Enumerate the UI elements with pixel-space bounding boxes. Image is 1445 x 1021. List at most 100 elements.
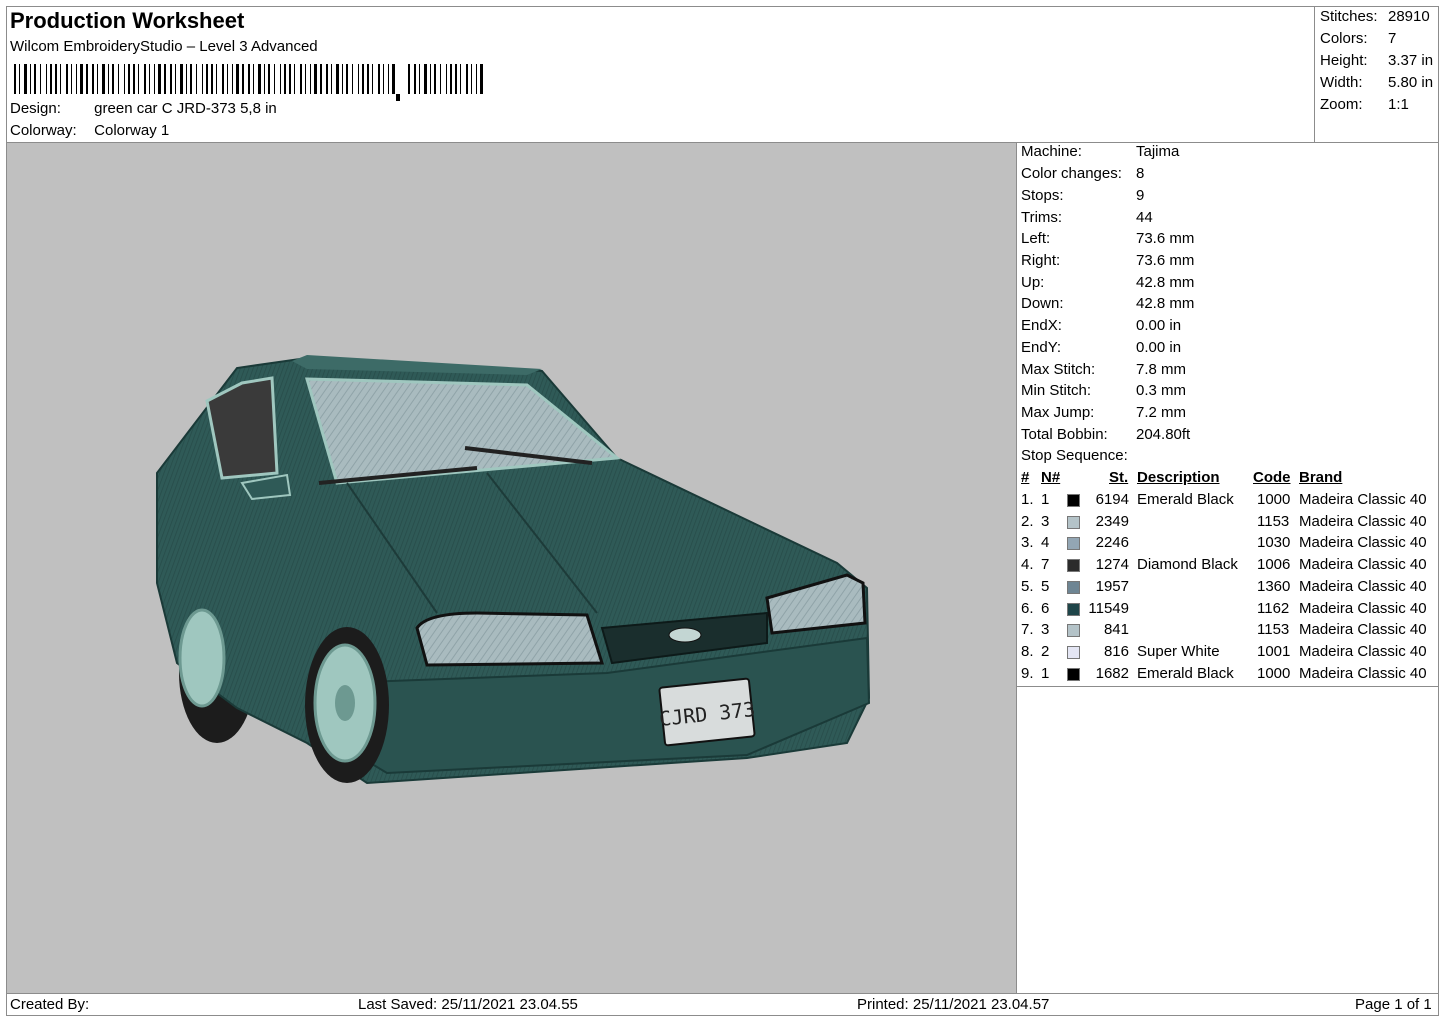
info-endy: EndY: 0.00 in <box>1021 339 1182 356</box>
thread-brand: Madeira Classic 40 <box>1299 642 1427 660</box>
thread-code: 1153 <box>1257 621 1290 639</box>
thread-code: 1001 <box>1257 642 1291 660</box>
thread-brand: Madeira Classic 40 <box>1299 491 1427 508</box>
thread-description: Super White <box>1137 642 1220 660</box>
thread-code: 1006 <box>1257 556 1291 574</box>
stop-sequence-row: 4. 7 1274 Diamond Black 1006 Madeira Classic … <box>1017 556 1439 576</box>
needle-number: 3 <box>1041 621 1050 639</box>
thread-description: Emerald Black <box>1137 664 1234 682</box>
machine-info-panel: Machine: Tajima Color changes: 8 Stops: 9 T… <box>1017 143 1439 993</box>
col-desc: Description <box>1137 469 1220 486</box>
stop-index: 4. <box>1021 556 1034 574</box>
info-max-jump: Max Jump: 7.2 mm <box>1021 404 1187 421</box>
col-num: # <box>1021 469 1030 486</box>
summary-stitches: Stitches: 28910 <box>1320 8 1430 25</box>
summary-width: Width: 5.80 in <box>1320 74 1434 91</box>
stitch-count: 11549 <box>1088 599 1129 617</box>
summary-colors: Colors: 7 <box>1320 30 1397 47</box>
stitch-count: 6194 <box>1095 491 1129 508</box>
page-title: Production Worksheet <box>10 8 245 33</box>
thread-brand: Madeira Classic 40 <box>1299 621 1427 639</box>
thread-code: 1030 <box>1257 534 1291 552</box>
worksheet-header: Production Worksheet Wilcom EmbroiderySt… <box>6 6 1315 143</box>
thread-brand: Madeira Classic 40 <box>1299 664 1427 682</box>
needle-number: 7 <box>1041 556 1050 574</box>
thread-color-swatch <box>1067 580 1080 594</box>
thread-brand: Madeira Classic 40 <box>1299 577 1427 595</box>
stop-sequence-row: 8. 2 816 Super White 1001 Madeira Classic 40 <box>1017 643 1439 663</box>
stitch-count: 2349 <box>1095 512 1129 530</box>
design-field: Design: green car C JRD-373 5,8 in <box>10 100 277 117</box>
stop-sequence-row: 2. 3 2349 1153 Madeira Classic 40 <box>1017 513 1439 533</box>
thread-code: 1153 <box>1257 512 1290 530</box>
thread-color-swatch <box>1067 645 1080 659</box>
summary-height: Height: 3.37 in <box>1320 52 1434 69</box>
stop-index: 2. <box>1021 512 1034 530</box>
stop-sequence-row: 7. 3 841 1153 Madeira Classic 40 <box>1017 621 1439 641</box>
info-up: Up: 42.8 mm <box>1021 274 1195 291</box>
car-embroidery-image: CJRD 373 <box>156 355 871 785</box>
info-endx: EndX: 0.00 in <box>1021 317 1182 334</box>
thread-brand: Madeira Classic 40 <box>1299 512 1427 530</box>
stitch-count: 1682 <box>1095 664 1129 682</box>
col-st: St. <box>1109 469 1129 486</box>
page-number: Page 1 of 1 <box>1355 996 1432 1013</box>
printed-date: Printed: 25/11/2021 23.04.57 <box>857 996 1050 1013</box>
stop-sequence-row: 5. 5 1957 1360 Madeira Classic 40 <box>1017 578 1439 598</box>
design-name: green car C JRD-373 5,8 in <box>94 100 277 117</box>
info-min-stitch: Min Stitch: 0.3 mm <box>1021 382 1187 399</box>
thread-code: 1360 <box>1257 577 1291 595</box>
stop-sequence-row: 9. 1 1682 Emerald Black 1000 Madeira Classic … <box>1017 665 1439 685</box>
thread-code: 1000 <box>1257 664 1291 682</box>
thread-description: Emerald Black <box>1137 491 1234 508</box>
colorway-label: Colorway: <box>10 122 77 139</box>
stitch-count: 2246 <box>1095 534 1129 552</box>
stitch-count: 841 <box>1103 621 1129 639</box>
thread-description: Diamond Black <box>1137 556 1238 574</box>
thread-color-swatch <box>1067 515 1080 529</box>
info-color-changes: Color changes: 8 <box>1021 165 1145 182</box>
worksheet-footer: Created By: Last Saved: 25/11/2021 23.04… <box>6 993 1439 1016</box>
col-n: N# <box>1041 469 1061 486</box>
stop-sequence-row: 1. 1 6194 Emerald Black 1000 Madeira Classic … <box>1017 491 1439 511</box>
info-stops: Stops: 9 <box>1021 187 1145 204</box>
stop-sequence-row: 6. 6 11549 1162 Madeira Classic 40 <box>1017 600 1439 620</box>
colorway-field: Colorway: Colorway 1 <box>10 122 169 139</box>
info-trims: Trims: 44 <box>1021 209 1153 226</box>
design-label: Design: <box>10 100 61 117</box>
stop-index: 1. <box>1021 491 1034 508</box>
thread-brand: Madeira Classic 40 <box>1299 599 1427 617</box>
needle-number: 6 <box>1041 599 1050 617</box>
thread-color-swatch <box>1067 602 1080 616</box>
thread-color-swatch <box>1067 559 1080 573</box>
thread-brand: Madeira Classic 40 <box>1299 556 1427 574</box>
created-by: Created By: <box>10 996 90 1013</box>
summary-box: Stitches: 28910 Colors: 7 Height: 3.37 in W… <box>1314 6 1439 143</box>
thread-color-swatch <box>1067 537 1080 551</box>
stop-index: 5. <box>1021 577 1034 595</box>
colorway-name: Colorway 1 <box>94 122 170 139</box>
stop-index: 7. <box>1021 621 1034 639</box>
thread-code: 1162 <box>1257 599 1290 617</box>
thread-color-swatch <box>1067 624 1080 638</box>
needle-number: 1 <box>1041 491 1050 508</box>
thread-color-swatch <box>1067 667 1080 681</box>
needle-number: 4 <box>1041 534 1050 552</box>
stop-index: 3. <box>1021 534 1034 552</box>
license-plate: CJRD 373 <box>658 677 756 747</box>
stitch-count: 1957 <box>1095 577 1129 595</box>
stop-index: 6. <box>1021 599 1034 617</box>
info-right: Right: 73.6 mm <box>1021 252 1195 269</box>
stitch-count: 1274 <box>1095 556 1129 574</box>
needle-number: 5 <box>1041 577 1050 595</box>
summary-zoom: Zoom: 1:1 <box>1320 96 1409 113</box>
col-code: Code <box>1253 469 1291 486</box>
design-preview: CJRD 373 <box>7 143 1017 993</box>
info-max-stitch: Max Stitch: 7.8 mm <box>1021 361 1187 378</box>
thread-code: 1000 <box>1257 491 1291 508</box>
barcode <box>14 64 483 101</box>
needle-number: 1 <box>1041 664 1050 682</box>
needle-number: 2 <box>1041 642 1050 660</box>
stitch-count: 816 <box>1103 642 1129 660</box>
info-machine: Machine: Tajima <box>1021 143 1180 160</box>
